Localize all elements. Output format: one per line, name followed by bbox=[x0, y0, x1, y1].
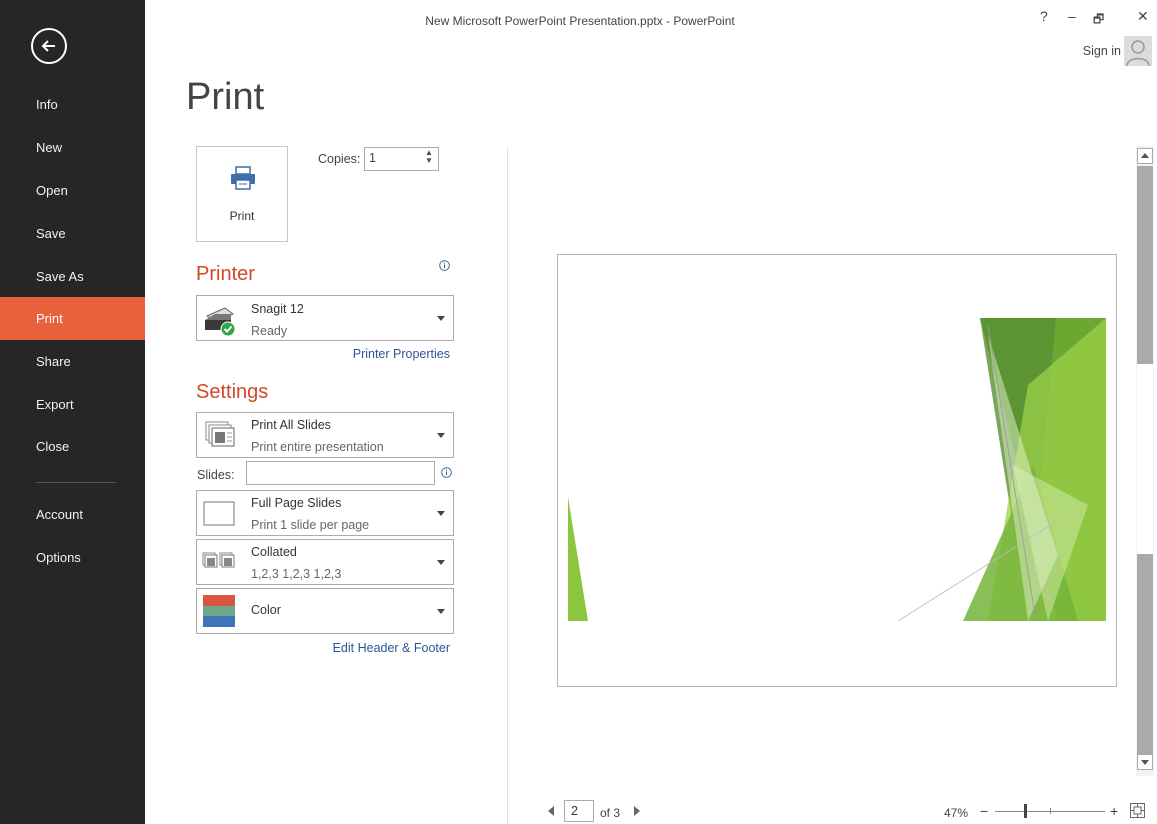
all-slides-icon bbox=[205, 421, 235, 447]
chevron-down-icon bbox=[437, 433, 445, 438]
scroll-down-button[interactable] bbox=[1137, 754, 1153, 770]
zoom-level[interactable]: 47% bbox=[944, 806, 968, 820]
zoom-slider-thumb[interactable] bbox=[1024, 804, 1027, 818]
help-button[interactable]: ? bbox=[1040, 8, 1048, 24]
info-icon[interactable] bbox=[439, 260, 450, 271]
vertical-scrollbar[interactable] bbox=[1136, 146, 1154, 776]
edit-header-footer-link[interactable]: Edit Header & Footer bbox=[333, 641, 450, 655]
previous-page-button[interactable] bbox=[548, 806, 554, 816]
nav-item-save[interactable]: Save bbox=[0, 212, 145, 255]
print-range-subtitle: Print entire presentation bbox=[251, 440, 384, 454]
nav-item-share[interactable]: Share bbox=[0, 340, 145, 383]
nav-item-open[interactable]: Open bbox=[0, 169, 145, 212]
slides-input[interactable] bbox=[246, 461, 435, 485]
print-range-title: Print All Slides bbox=[251, 418, 331, 432]
printer-dropdown[interactable]: Snagit 12 Ready bbox=[196, 295, 454, 341]
print-range-dropdown[interactable]: Print All Slides Print entire presentati… bbox=[196, 412, 454, 458]
nav-item-info[interactable]: Info bbox=[0, 83, 145, 126]
printer-status: Ready bbox=[251, 324, 288, 338]
print-button[interactable]: Print bbox=[196, 146, 288, 242]
nav-item-export[interactable]: Export bbox=[0, 383, 145, 426]
scroll-track-upper[interactable] bbox=[1137, 166, 1153, 364]
window-title: New Microsoft PowerPoint Presentation.pp… bbox=[425, 14, 735, 28]
nav-item-options[interactable]: Options bbox=[0, 536, 145, 579]
minimize-button[interactable]: – bbox=[1068, 8, 1076, 24]
nav-item-account[interactable]: Account bbox=[0, 493, 145, 536]
sign-in-link[interactable]: Sign in bbox=[1083, 44, 1121, 58]
fit-page-icon bbox=[1131, 804, 1144, 817]
layout-subtitle: Print 1 slide per page bbox=[251, 518, 370, 532]
nav-item-save-as[interactable]: Save As bbox=[0, 255, 145, 298]
page-number-input[interactable]: 2 bbox=[564, 800, 594, 822]
chevron-down-icon bbox=[437, 511, 445, 516]
page-title: Print bbox=[186, 76, 265, 118]
printer-properties-row: Printer Properties bbox=[196, 347, 450, 363]
chevron-up-icon bbox=[1141, 153, 1149, 158]
layout-title: Full Page Slides bbox=[251, 496, 342, 510]
copies-label: Copies: bbox=[318, 152, 361, 166]
back-button[interactable] bbox=[31, 28, 67, 64]
color-title: Color bbox=[251, 603, 281, 617]
nav-divider bbox=[36, 482, 116, 483]
page-count-label: of 3 bbox=[600, 806, 621, 820]
chevron-down-icon bbox=[437, 609, 445, 614]
nav-item-close[interactable]: Close bbox=[0, 425, 145, 468]
settings-heading: Settings bbox=[196, 381, 269, 403]
zoom-out-button[interactable]: − bbox=[980, 803, 988, 819]
avatar-icon[interactable] bbox=[1124, 36, 1152, 66]
chevron-down-icon bbox=[1141, 760, 1149, 765]
collation-title: Collated bbox=[251, 545, 297, 559]
printer-properties-link[interactable]: Printer Properties bbox=[353, 347, 450, 361]
chevron-down-icon bbox=[437, 560, 445, 565]
slide-preview bbox=[557, 254, 1117, 687]
printer-icon bbox=[231, 166, 255, 190]
color-dropdown[interactable]: Color bbox=[196, 588, 454, 634]
scroll-track-lower[interactable] bbox=[1137, 554, 1153, 754]
printer-name: Snagit 12 bbox=[251, 302, 304, 316]
preview-divider bbox=[507, 146, 508, 824]
next-page-button[interactable] bbox=[634, 806, 640, 816]
slides-label: Slides: bbox=[197, 468, 235, 482]
collation-dropdown[interactable]: Collated 1,2,3 1,2,3 1,2,3 bbox=[196, 539, 454, 585]
printer-ready-icon bbox=[205, 307, 236, 337]
nav-item-print[interactable]: Print bbox=[0, 297, 145, 340]
close-window-button[interactable]: ✕ bbox=[1137, 8, 1149, 25]
print-button-label: Print bbox=[229, 209, 255, 223]
scroll-up-button[interactable] bbox=[1137, 148, 1153, 164]
back-arrow-icon bbox=[41, 40, 55, 52]
collation-subtitle: 1,2,3 1,2,3 1,2,3 bbox=[251, 567, 342, 581]
zoom-slider-tick bbox=[1050, 808, 1051, 814]
copies-spinner[interactable]: ▲ ▼ bbox=[423, 149, 435, 169]
color-swatch-icon bbox=[203, 595, 235, 627]
layout-dropdown[interactable]: Full Page Slides Print 1 slide per page bbox=[196, 490, 454, 536]
info-icon[interactable] bbox=[441, 467, 452, 478]
zoom-to-page-button[interactable] bbox=[1130, 803, 1145, 818]
collated-icon bbox=[202, 552, 235, 568]
zoom-in-button[interactable]: + bbox=[1110, 803, 1118, 819]
chevron-down-icon bbox=[437, 316, 445, 321]
slide-graphic bbox=[568, 318, 1106, 622]
full-page-slide-icon bbox=[203, 501, 235, 526]
printer-heading: Printer bbox=[196, 263, 255, 285]
backstage-nav: Info New Open Save Save As Print Share E… bbox=[0, 0, 145, 824]
nav-item-new[interactable]: New bbox=[0, 126, 145, 169]
scroll-thumb[interactable] bbox=[1137, 364, 1153, 554]
restore-button[interactable]: 🗗 bbox=[1093, 10, 1104, 31]
header-footer-row: Edit Header & Footer bbox=[196, 641, 450, 657]
